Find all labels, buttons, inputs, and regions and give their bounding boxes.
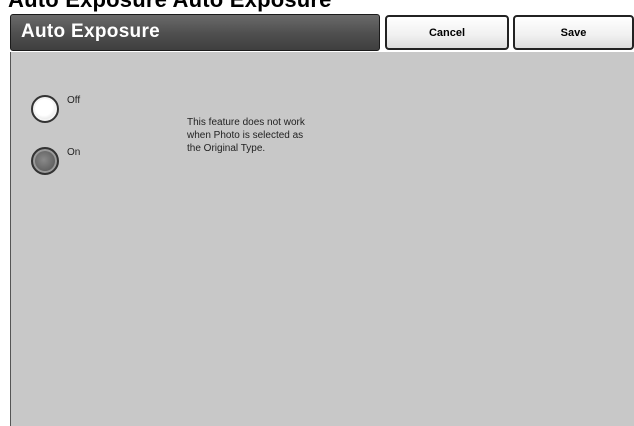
off-radio-option[interactable]: Off (31, 95, 80, 123)
page-title: Auto Exposure (21, 21, 161, 42)
screen: Auto Exposure Auto Exposure Auto Exposur… (0, 0, 634, 426)
header: Auto Exposure Cancel Save (10, 14, 634, 52)
top-caption-text: Auto Exposure Auto Exposure (8, 0, 332, 13)
title-bar: Auto Exposure (10, 14, 380, 51)
on-radio-option[interactable]: On (31, 147, 80, 175)
content-panel: Off On This feature does not work when P… (10, 52, 634, 426)
on-radio-label: On (67, 147, 81, 158)
save-button[interactable]: Save (513, 15, 634, 50)
info-line-1: This feature does not work (187, 117, 305, 128)
cancel-button[interactable]: Cancel (385, 15, 509, 50)
top-caption-strip: Auto Exposure Auto Exposure (0, 0, 634, 14)
info-line-3: the Original Type. (187, 143, 266, 154)
info-message: This feature does not work when Photo is… (187, 116, 347, 155)
off-radio-label: Off (67, 95, 81, 106)
off-radio-button[interactable] (31, 95, 59, 123)
on-radio-button[interactable] (31, 147, 59, 175)
info-line-2: when Photo is selected as (187, 130, 304, 141)
